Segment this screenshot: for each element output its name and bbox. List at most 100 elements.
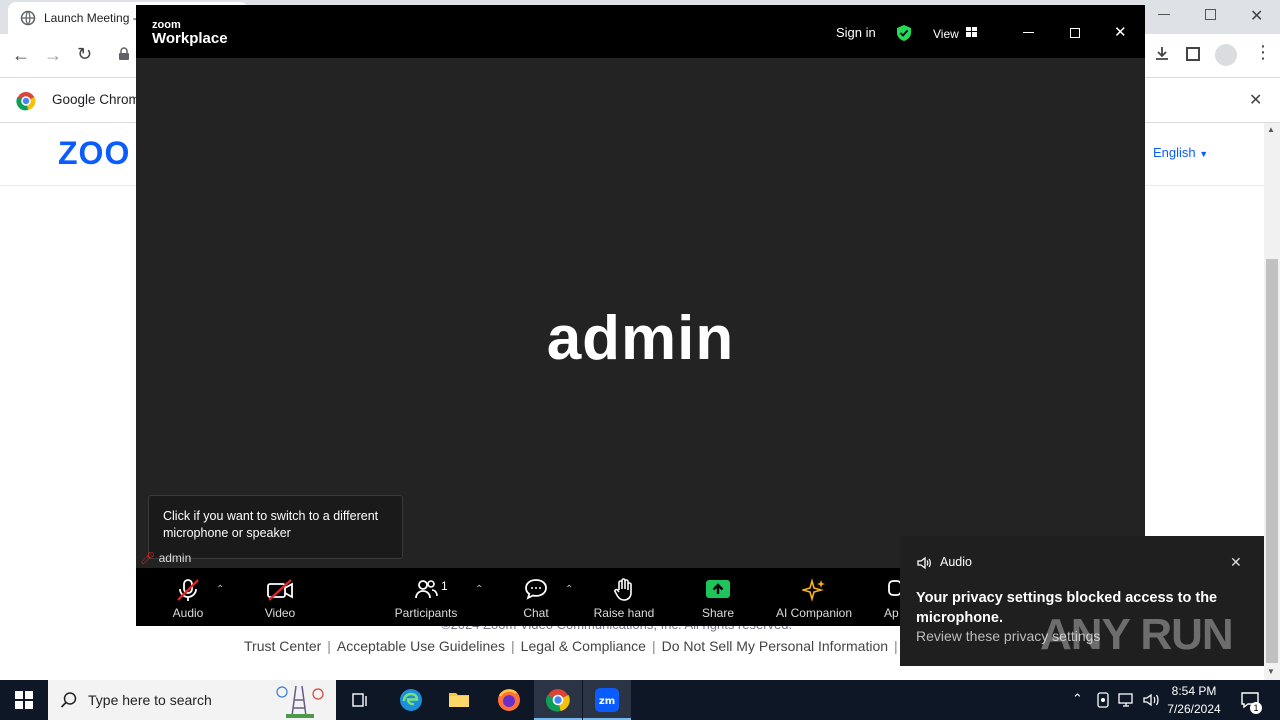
participants-options-caret-icon[interactable]: ⌃ <box>475 584 483 595</box>
notification-count-badge: 1 <box>1250 702 1262 714</box>
browser-minimize-icon[interactable] <box>1158 14 1170 15</box>
clock-time[interactable]: 8:54 PM <box>1160 684 1228 698</box>
windows-taskbar: Type here to search zm ⌃ 8:54 PM 7/26/20… <box>0 680 1280 720</box>
tray-device-icon[interactable] <box>1096 692 1110 708</box>
infobar-close-icon[interactable]: ✕ <box>1249 90 1262 110</box>
edge-icon <box>399 688 423 712</box>
side-panel-icon[interactable] <box>1186 47 1200 61</box>
name-tag-label: admin <box>158 551 192 565</box>
sign-in-button[interactable]: Sign in <box>836 25 876 40</box>
chat-options-caret-icon[interactable]: ⌃ <box>565 584 573 595</box>
footer-separator: | <box>651 638 656 654</box>
participants-count: 1 <box>441 579 448 593</box>
footer-links: Trust Center | Acceptable Use Guidelines |… <box>244 638 914 654</box>
anyrun-watermark: ANY RUN <box>1040 610 1234 659</box>
chat-label: Chat <box>523 606 549 620</box>
share-button[interactable]: Share <box>693 568 743 626</box>
chrome-taskbar-icon <box>546 688 570 712</box>
video-button[interactable]: Video <box>254 568 306 626</box>
footer-separator: | <box>327 638 331 654</box>
zoom-maximize-icon[interactable] <box>1070 28 1080 38</box>
audio-tooltip: Click if you want to switch to a differe… <box>148 495 403 559</box>
participants-icon <box>414 578 438 600</box>
zoom-close-icon[interactable]: ✕ <box>1114 23 1127 41</box>
audio-label: Audio <box>172 606 204 620</box>
raise-hand-button[interactable]: Raise hand <box>588 568 660 626</box>
notification-app-name: Audio <box>940 555 972 569</box>
zoom-meeting-window: zoom Workplace Sign in View ✕ admin Clic… <box>136 5 1145 626</box>
reload-icon[interactable]: ↻ <box>77 44 92 65</box>
forward-arrow-icon[interactable]: → <box>44 45 62 66</box>
taskbar-chrome[interactable] <box>534 680 582 720</box>
ai-companion-label: AI Companion <box>775 606 853 620</box>
svg-text:zm: zm <box>599 696 615 707</box>
muted-mic-icon: 🎤︎ <box>140 551 156 565</box>
firefox-icon <box>497 688 521 712</box>
page-scrollbar[interactable]: ▲ ▼ <box>1264 123 1280 680</box>
footer-separator: | <box>894 638 898 654</box>
volume-icon[interactable] <box>1142 692 1160 708</box>
audio-button[interactable]: Audio <box>162 568 214 626</box>
audio-options-caret-icon[interactable]: ⌃ <box>216 584 224 595</box>
chat-icon <box>524 578 548 600</box>
taskbar-firefox[interactable] <box>485 680 533 720</box>
profile-avatar[interactable] <box>1215 44 1237 66</box>
zoom-logo[interactable]: ZOO <box>58 135 130 172</box>
task-view-icon[interactable] <box>350 691 368 709</box>
security-shield-icon[interactable] <box>895 24 913 42</box>
zoom-brand-workplace: Workplace <box>152 30 228 47</box>
zoom-minimize-icon[interactable] <box>1023 32 1034 33</box>
caret-down-icon: ▼ <box>1199 149 1209 159</box>
taskbar-zoom[interactable]: zm <box>583 680 631 720</box>
apps-icon <box>887 578 901 600</box>
taskbar-file-explorer[interactable] <box>435 680 483 720</box>
infobar-message: Google Chrom <box>52 92 140 107</box>
view-button[interactable]: View <box>933 25 959 43</box>
grid-view-icon <box>966 27 977 37</box>
view-label: View <box>933 27 959 41</box>
ai-companion-button[interactable]: AI Companion <box>769 568 859 626</box>
eiffel-tower-icon <box>264 682 334 718</box>
zoom-app-icon: zm <box>595 688 619 712</box>
download-icon[interactable] <box>1153 45 1171 63</box>
ai-sparkle-icon <box>802 578 826 602</box>
footer-separator: | <box>511 638 515 654</box>
footer-link-do-not-sell[interactable]: Do Not Sell My Personal Information <box>662 638 888 654</box>
footer-link-acceptable-use[interactable]: Acceptable Use Guidelines <box>337 638 505 654</box>
scroll-down-icon[interactable]: ▼ <box>1267 667 1275 676</box>
footer-link-trust-center[interactable]: Trust Center <box>244 638 321 654</box>
participant-name-tag: 🎤︎ admin <box>140 551 191 565</box>
scroll-up-icon[interactable]: ▲ <box>1267 125 1275 134</box>
zoom-title-bar: zoom Workplace Sign in View ✕ <box>136 5 1145 58</box>
globe-icon <box>20 10 36 26</box>
folder-icon <box>448 690 470 708</box>
chat-button[interactable]: Chat <box>511 568 561 626</box>
browser-close-icon[interactable]: ✕ <box>1250 6 1263 26</box>
participants-label: Participants <box>394 606 458 620</box>
browser-menu-icon[interactable]: ⋮ <box>1254 42 1272 63</box>
language-label: English <box>1153 145 1196 160</box>
back-arrow-icon[interactable]: ← <box>12 45 30 66</box>
lock-icon <box>118 47 130 61</box>
browser-restore-icon[interactable] <box>1205 9 1216 20</box>
tray-chevron-icon[interactable]: ⌃ <box>1072 691 1083 707</box>
video-off-icon <box>266 578 294 602</box>
clock-date[interactable]: 7/26/2024 <box>1160 702 1228 716</box>
video-label: Video <box>264 606 296 620</box>
share-screen-icon <box>705 578 731 600</box>
windows-start-icon[interactable] <box>15 691 33 709</box>
notification-close-icon[interactable]: ✕ <box>1230 554 1242 571</box>
footer-link-legal[interactable]: Legal & Compliance <box>521 638 646 654</box>
taskbar-search-box[interactable]: Type here to search <box>48 680 336 720</box>
share-label: Share <box>701 606 735 620</box>
participants-button[interactable]: 1 Participants <box>391 568 461 626</box>
search-placeholder: Type here to search <box>88 692 212 708</box>
chrome-logo-icon <box>16 91 36 111</box>
scrollbar-thumb[interactable] <box>1266 259 1278 663</box>
participant-display-name: admin <box>546 304 735 373</box>
network-icon[interactable] <box>1118 692 1136 708</box>
taskbar-edge[interactable] <box>387 680 435 720</box>
language-selector[interactable]: English ▼ <box>1153 145 1208 160</box>
raise-hand-icon <box>613 578 635 602</box>
tab-title: Launch Meeting - <box>44 11 137 25</box>
